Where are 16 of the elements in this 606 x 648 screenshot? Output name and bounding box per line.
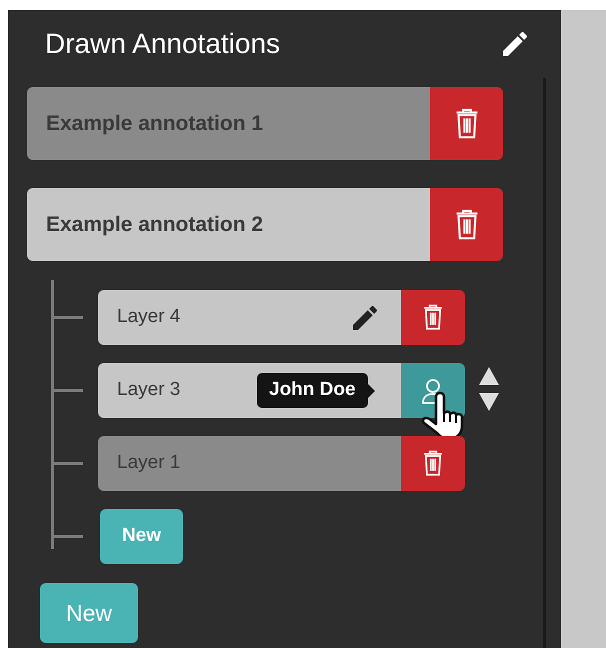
trash-icon xyxy=(454,108,480,140)
tooltip: John Doe xyxy=(257,373,375,408)
panel-title: Drawn Annotations xyxy=(45,27,280,61)
layer-name[interactable]: Layer 1 xyxy=(98,436,401,491)
delete-button[interactable] xyxy=(430,87,503,160)
delete-button[interactable] xyxy=(401,290,465,345)
layer-name[interactable]: Layer 4 xyxy=(98,290,401,345)
annotation-name[interactable]: Example annotation 1 xyxy=(27,87,430,160)
trash-icon xyxy=(422,304,444,331)
trash-icon xyxy=(454,208,480,240)
annotation-name[interactable]: Example annotation 2 xyxy=(27,188,430,261)
new-layer-button[interactable]: New xyxy=(100,509,183,564)
new-annotation-button[interactable]: New xyxy=(40,583,138,643)
delete-button[interactable] xyxy=(401,436,465,491)
delete-button[interactable] xyxy=(430,188,503,261)
trash-icon xyxy=(422,450,444,477)
